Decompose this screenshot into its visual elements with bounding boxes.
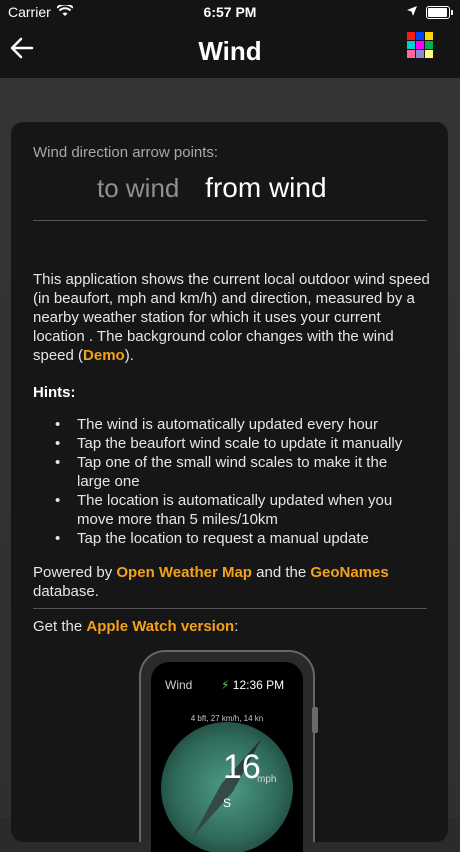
color-swatch <box>407 41 415 49</box>
color-scale-grid-icon[interactable] <box>407 32 443 68</box>
location-arrow-icon <box>406 4 418 20</box>
color-swatch <box>425 50 433 58</box>
navigation-bar: Wind <box>0 26 460 79</box>
battery-icon <box>426 6 453 19</box>
color-swatch <box>407 32 415 40</box>
color-swatch <box>416 32 424 40</box>
color-swatch <box>425 32 433 40</box>
color-swatch <box>416 41 424 49</box>
color-swatch <box>425 41 433 49</box>
hint-item: The location is automatically updated wh… <box>55 491 415 529</box>
powered-middle: and the <box>251 564 311 581</box>
hints-heading: Hints: <box>33 384 76 401</box>
powered-by-text: Powered by Open Weather Map and the GeoN… <box>33 563 433 601</box>
watch-wind-direction: S <box>222 796 231 810</box>
hints-list: The wind is automatically updated every … <box>55 415 415 548</box>
watch-speed-unit: mph <box>257 774 277 785</box>
watch-screen: Wind ⚡ 12:36 PM 4 bft, 27 km/h, 14 kn 16… <box>151 662 303 852</box>
open-weather-map-link[interactable]: Open Weather Map <box>116 564 252 581</box>
powered-suffix: database. <box>33 583 99 600</box>
info-card: Wind direction arrow points: to wind fro… <box>11 122 448 852</box>
watch-crown <box>312 707 318 733</box>
description-end: ). <box>124 347 134 364</box>
color-swatch <box>407 50 415 58</box>
watch-title: Wind <box>165 678 193 692</box>
main-content: Wind direction arrow points: to wind fro… <box>0 78 460 852</box>
hint-item: Tap the beaufort wind scale to update it… <box>55 434 415 453</box>
divider <box>33 220 427 221</box>
get-prefix: Get the <box>33 618 87 635</box>
powered-prefix: Powered by <box>33 564 117 581</box>
apple-watch-image[interactable]: Wind ⚡ 12:36 PM 4 bft, 27 km/h, 14 kn 16… <box>139 650 318 852</box>
hint-item: Tap one of the small wind scales to make… <box>55 453 415 491</box>
to-wind-option[interactable]: to wind <box>97 173 179 203</box>
app-description: This application shows the current local… <box>33 270 433 365</box>
arrow-caption: Wind direction arrow points: <box>33 144 219 161</box>
geonames-link[interactable]: GeoNames <box>310 564 388 581</box>
hint-item: The wind is automatically updated every … <box>55 415 415 434</box>
watch-time-label: 12:36 PM <box>232 678 285 692</box>
charging-bolt-icon: ⚡ <box>221 678 230 692</box>
page-title: Wind <box>198 36 262 66</box>
color-swatch <box>416 50 424 58</box>
arrow-direction-toggle: to wind from wind <box>97 172 327 204</box>
from-wind-option[interactable]: from wind <box>205 172 326 203</box>
status-bar: Carrier 6:57 PM <box>0 0 460 26</box>
get-suffix: : <box>234 618 239 635</box>
divider <box>33 608 427 609</box>
apple-watch-link[interactable]: Apple Watch version <box>86 618 234 635</box>
clock-time: 6:57 PM <box>203 4 257 20</box>
watch-time: ⚡ 12:36 PM <box>221 678 284 692</box>
watch-wind-speed: 16 <box>223 748 261 786</box>
hint-item: Tap the location to request a manual upd… <box>55 529 415 548</box>
get-watch-text: Get the Apple Watch version: <box>33 618 238 635</box>
watch-wind-stats: 4 bft, 27 km/h, 14 kn <box>190 714 264 723</box>
demo-link[interactable]: Demo <box>83 347 125 364</box>
